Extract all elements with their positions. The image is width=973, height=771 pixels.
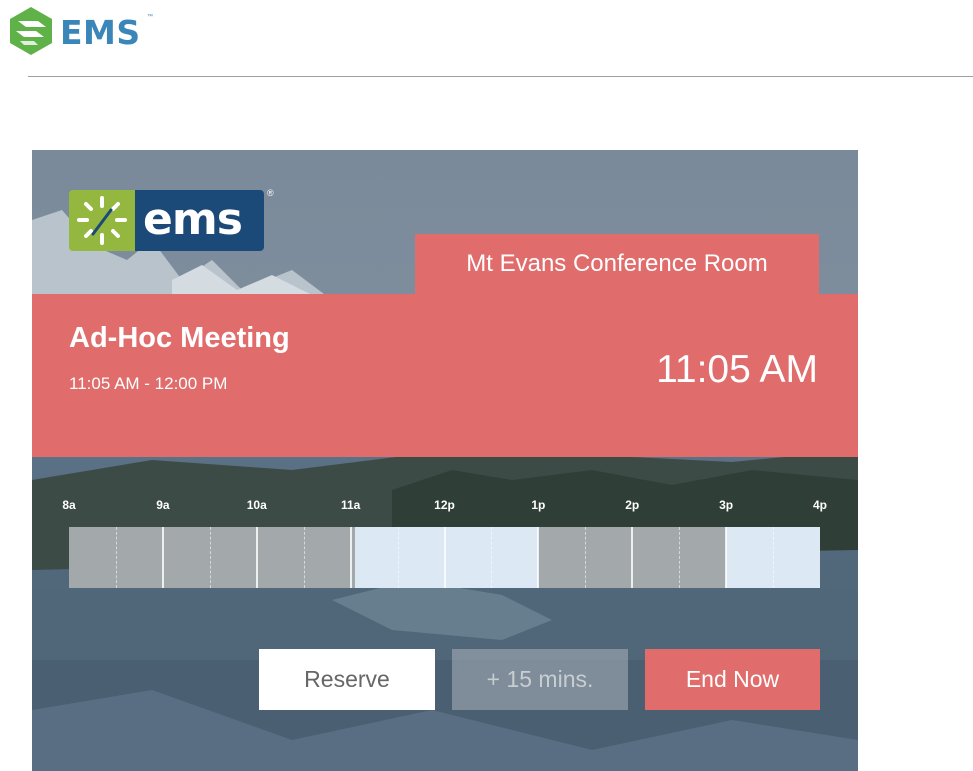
brand-trademark: ™ [147, 14, 153, 20]
end-now-button[interactable]: End Now [645, 649, 820, 710]
half-hour-divider [585, 527, 587, 588]
hour-label-9a: 9a [156, 498, 170, 512]
extend-15-button[interactable]: + 15 mins. [452, 649, 628, 710]
half-hour-divider [773, 527, 775, 588]
timeline-slot-available[interactable] [355, 527, 539, 588]
timeline-hour-labels: 8a 9a 10a 11a 12p 1p 2p 3p 4p [32, 498, 858, 518]
hour-label-4p: 4p [812, 498, 828, 512]
hour-label-11a: 11a [340, 498, 361, 512]
meeting-time-range: 11:05 AM - 12:00 PM [69, 374, 228, 393]
room-name: Mt Evans Conference Room [466, 250, 768, 277]
half-hour-divider [209, 527, 211, 588]
current-meeting-banner: Ad-Hoc Meeting 11:05 AM - 12:00 PM 11:05… [32, 294, 858, 457]
logo-green-tile [69, 190, 135, 251]
half-hour-divider [397, 527, 399, 588]
half-hour-divider [679, 527, 681, 588]
half-hour-divider [115, 527, 117, 588]
half-hour-divider [491, 527, 493, 588]
logo-registered-mark: ® [267, 188, 274, 198]
top-bar: EMS ™ [0, 0, 973, 77]
brand-name: EMS [60, 13, 141, 52]
hour-divider [631, 527, 634, 588]
hour-label-10a: 10a [246, 498, 267, 512]
hour-divider [725, 527, 728, 588]
meeting-title: Ad-Hoc Meeting [69, 322, 290, 354]
half-hour-divider [303, 527, 305, 588]
hour-divider [537, 527, 540, 588]
current-time: 11:05 AM [656, 348, 818, 391]
hour-label-3p: 3p [719, 498, 734, 512]
ems-logo: ems ® [69, 188, 274, 251]
ems-brand-icon [10, 7, 52, 55]
hour-divider [349, 527, 352, 588]
hour-label-2p: 2p [625, 498, 640, 512]
reserve-button[interactable]: Reserve [259, 649, 435, 710]
room-display-panel: ems ® Mt Evans Conference Room Ad-Hoc Me… [32, 150, 858, 771]
timeline-slot-booked[interactable] [69, 527, 356, 588]
hour-divider [255, 527, 258, 588]
hour-label-8a: 8a [62, 498, 76, 512]
header-divider [28, 76, 973, 77]
hour-divider [443, 527, 446, 588]
availability-timeline[interactable] [69, 527, 820, 588]
sunburst-icon [77, 196, 127, 245]
logo-wordmark: ems [143, 194, 243, 245]
hour-label-1p: 1p [531, 498, 546, 512]
hour-label-12p: 12p [434, 498, 455, 512]
hour-divider [161, 527, 164, 588]
room-name-tab: Mt Evans Conference Room [415, 234, 819, 294]
